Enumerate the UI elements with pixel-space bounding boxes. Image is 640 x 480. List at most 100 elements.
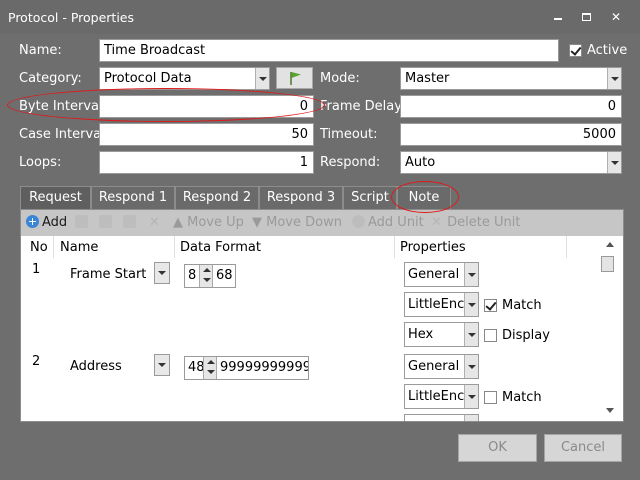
- copy-icon: [99, 215, 112, 228]
- property-value: General: [408, 359, 460, 374]
- chevron-down-icon: [607, 68, 621, 89]
- tab-respond-1[interactable]: Respond 1: [91, 186, 175, 210]
- property-select[interactable]: General: [404, 262, 479, 287]
- format-left-value: 48: [188, 360, 205, 375]
- unit-grid: No Name Data Format Properties 1 Frame S…: [21, 236, 601, 421]
- display-label: Display: [502, 328, 550, 343]
- add-unit-button[interactable]: Add Unit: [352, 215, 424, 230]
- match-checkbox[interactable]: [484, 391, 497, 404]
- frame-delay-label: Frame Delay:: [320, 99, 406, 114]
- add-button[interactable]: Add: [26, 215, 67, 230]
- name-dropdown[interactable]: [154, 354, 170, 376]
- match-label: Match: [502, 298, 542, 313]
- timeout-field[interactable]: 5000: [400, 123, 622, 146]
- frame-delay-field[interactable]: 0: [400, 95, 622, 118]
- row-name[interactable]: Frame Start: [70, 267, 146, 282]
- display-checkbox[interactable]: [484, 329, 497, 342]
- request-panel: Add ✕ ▲ Move Up ▼ Move Down Add Unit ✕ D…: [20, 209, 624, 422]
- case-interval-field[interactable]: 50: [99, 123, 314, 146]
- delete-unit-button[interactable]: ✕ Delete Unit: [431, 215, 520, 230]
- byte-interval-label: Byte Interval:: [19, 99, 108, 114]
- active-checkbox[interactable]: [569, 44, 582, 57]
- mode-select[interactable]: Master: [400, 67, 622, 90]
- loops-label: Loops:: [19, 155, 62, 170]
- arrow-up-icon: ▲: [173, 215, 188, 230]
- paste-button[interactable]: [123, 215, 139, 230]
- property-select[interactable]: LittleEnc: [404, 292, 479, 317]
- title-bar: Protocol - Properties ✕: [0, 0, 640, 34]
- close-button[interactable]: ✕: [606, 8, 626, 26]
- property-value: LittleEnc: [408, 297, 465, 312]
- row-name[interactable]: Address: [70, 359, 122, 374]
- scroll-thumb[interactable]: [601, 256, 614, 272]
- flag-icon: [290, 72, 301, 85]
- column-header-name[interactable]: Name: [60, 240, 98, 255]
- chevron-down-icon: [607, 152, 621, 173]
- delete-button[interactable]: ✕: [149, 215, 161, 230]
- delete-unit-label: Delete Unit: [447, 215, 521, 230]
- column-header-data-format[interactable]: Data Format: [180, 240, 261, 255]
- scroll-up-icon[interactable]: [606, 242, 614, 247]
- tab-respond-3[interactable]: Respond 3: [259, 186, 343, 210]
- spinner-arrows-icon[interactable]: [203, 357, 217, 379]
- tab-respond-2[interactable]: Respond 2: [175, 186, 259, 210]
- maximize-button[interactable]: [577, 8, 597, 26]
- property-value: General: [408, 267, 460, 282]
- chevron-down-icon: [464, 323, 478, 346]
- tab-request[interactable]: Request: [20, 186, 91, 210]
- column-separator: [53, 236, 54, 258]
- add-icon: [26, 215, 39, 228]
- move-up-label: Move Up: [187, 215, 244, 230]
- ok-button[interactable]: OK: [458, 434, 537, 462]
- category-select[interactable]: Protocol Data: [99, 67, 270, 90]
- match-checkbox[interactable]: [484, 299, 497, 312]
- mode-value: Master: [405, 71, 450, 86]
- name-dropdown[interactable]: [154, 262, 170, 284]
- respond-select[interactable]: Auto: [400, 151, 622, 174]
- minimize-icon: [554, 18, 562, 20]
- format-right-value: 999999999999: [220, 360, 308, 375]
- byte-interval-field[interactable]: 0: [99, 95, 314, 118]
- column-header-no[interactable]: No: [30, 240, 48, 255]
- property-select[interactable]: LittleEnc: [404, 384, 479, 409]
- close-icon: ✕: [610, 10, 622, 24]
- category-label: Category:: [19, 71, 82, 86]
- flag-button[interactable]: [276, 67, 313, 89]
- move-down-label: Move Down: [266, 215, 342, 230]
- window-title: Protocol - Properties: [8, 10, 135, 25]
- cut-button[interactable]: [75, 215, 91, 230]
- copy-button[interactable]: [99, 215, 115, 230]
- delete-icon: ✕: [149, 215, 160, 230]
- spinner-arrows-icon[interactable]: [199, 265, 213, 287]
- cancel-button[interactable]: Cancel: [544, 434, 622, 462]
- column-separator: [566, 236, 567, 258]
- chevron-down-icon: [464, 385, 478, 408]
- cut-icon: [75, 215, 88, 228]
- column-header-properties[interactable]: Properties: [400, 240, 466, 255]
- data-format-spinner[interactable]: 8 68: [184, 264, 236, 288]
- add-unit-icon: [352, 215, 365, 228]
- add-label: Add: [42, 215, 68, 230]
- column-separator: [174, 236, 175, 258]
- move-down-button[interactable]: ▼ Move Down: [252, 215, 342, 230]
- tab-script[interactable]: Script: [343, 186, 397, 210]
- property-select[interactable]: General: [404, 354, 479, 379]
- row-number: 2: [32, 354, 41, 369]
- toolbar: Add ✕ ▲ Move Up ▼ Move Down Add Unit ✕ D…: [21, 210, 623, 236]
- scroll-down-icon[interactable]: [606, 408, 614, 413]
- data-format-spinner[interactable]: 48 999999999999: [184, 356, 309, 380]
- tab-note[interactable]: Note: [397, 186, 451, 210]
- property-select[interactable]: [404, 414, 479, 421]
- minimize-button[interactable]: [548, 8, 568, 26]
- loops-field[interactable]: 1: [99, 151, 314, 174]
- format-left-value: 8: [188, 268, 197, 283]
- name-field[interactable]: Time Broadcast: [99, 39, 559, 62]
- row-number: 1: [32, 262, 41, 277]
- property-select[interactable]: Hex: [404, 322, 479, 347]
- maximize-icon: [582, 13, 591, 21]
- vertical-scrollbar[interactable]: [599, 236, 623, 421]
- property-value: Hex: [408, 327, 434, 342]
- match-label: Match: [502, 390, 542, 405]
- arrow-down-icon: ▼: [252, 215, 267, 230]
- move-up-button[interactable]: ▲ Move Up: [173, 215, 244, 230]
